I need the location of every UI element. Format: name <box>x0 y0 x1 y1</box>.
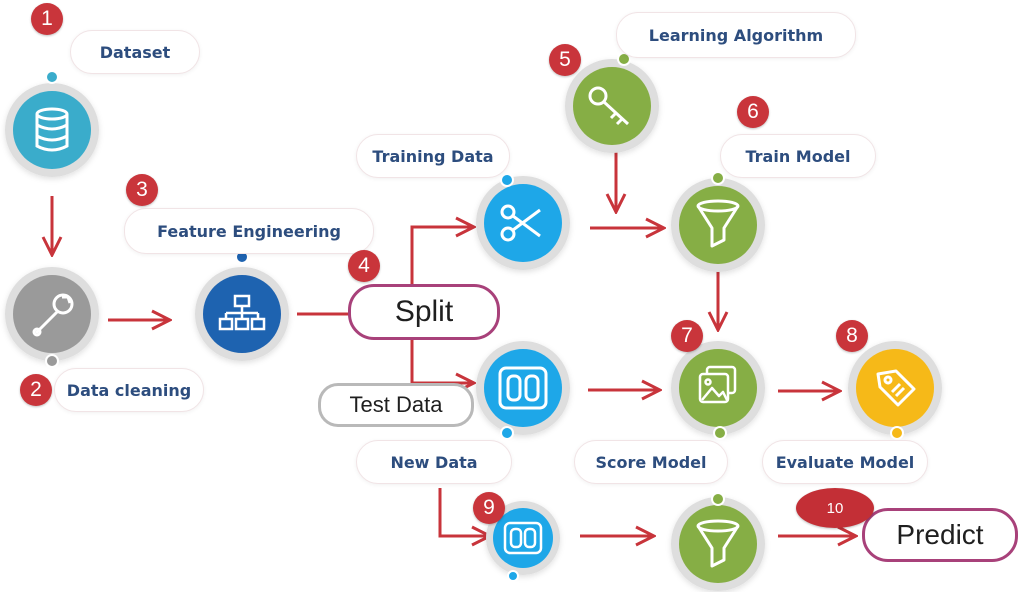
label-predict: Predict <box>862 508 1018 562</box>
learning-algorithm-node <box>565 52 659 153</box>
step-badge-7: 7 <box>671 320 703 352</box>
label-data-cleaning: Data cleaning <box>54 368 204 412</box>
test-data-node <box>476 341 570 440</box>
train-model-node <box>671 171 765 272</box>
label-dataset: Dataset <box>70 30 200 74</box>
score-model-node <box>671 341 765 440</box>
label-score-model: Score Model <box>574 440 728 484</box>
label-train-model: Train Model <box>720 134 876 178</box>
step-badge-9: 9 <box>473 492 505 524</box>
step-badge-1: 1 <box>31 3 63 35</box>
arrow-split-to-test <box>410 340 474 383</box>
step-badge-4: 4 <box>348 250 380 282</box>
data-cleaning-node <box>5 267 99 368</box>
step-badge-8: 8 <box>836 320 868 352</box>
label-split: Split <box>348 284 500 340</box>
label-evaluate-model: Evaluate Model <box>762 440 928 484</box>
evaluate-model-node <box>848 341 942 440</box>
dataset-node <box>5 70 99 177</box>
arrow-split-to-training <box>410 227 474 284</box>
label-training-data: Training Data <box>356 134 510 178</box>
label-test-data: Test Data <box>318 383 474 427</box>
predict-model-node <box>671 492 765 591</box>
step-badge-2: 2 <box>20 374 52 406</box>
step-badge-6: 6 <box>737 96 769 128</box>
label-new-data: New Data <box>356 440 512 484</box>
label-learning-algorithm: Learning Algorithm <box>616 12 856 58</box>
label-feature-engineering: Feature Engineering <box>124 208 374 254</box>
ml-workflow-diagram: Dataset Data cleaning Feature Engineerin… <box>0 0 1024 592</box>
step-badge-3: 3 <box>126 174 158 206</box>
training-data-node <box>476 173 570 270</box>
step-badge-5: 5 <box>549 44 581 76</box>
step-badge-10: 10 <box>796 488 874 528</box>
feature-engineering-node <box>195 250 289 361</box>
